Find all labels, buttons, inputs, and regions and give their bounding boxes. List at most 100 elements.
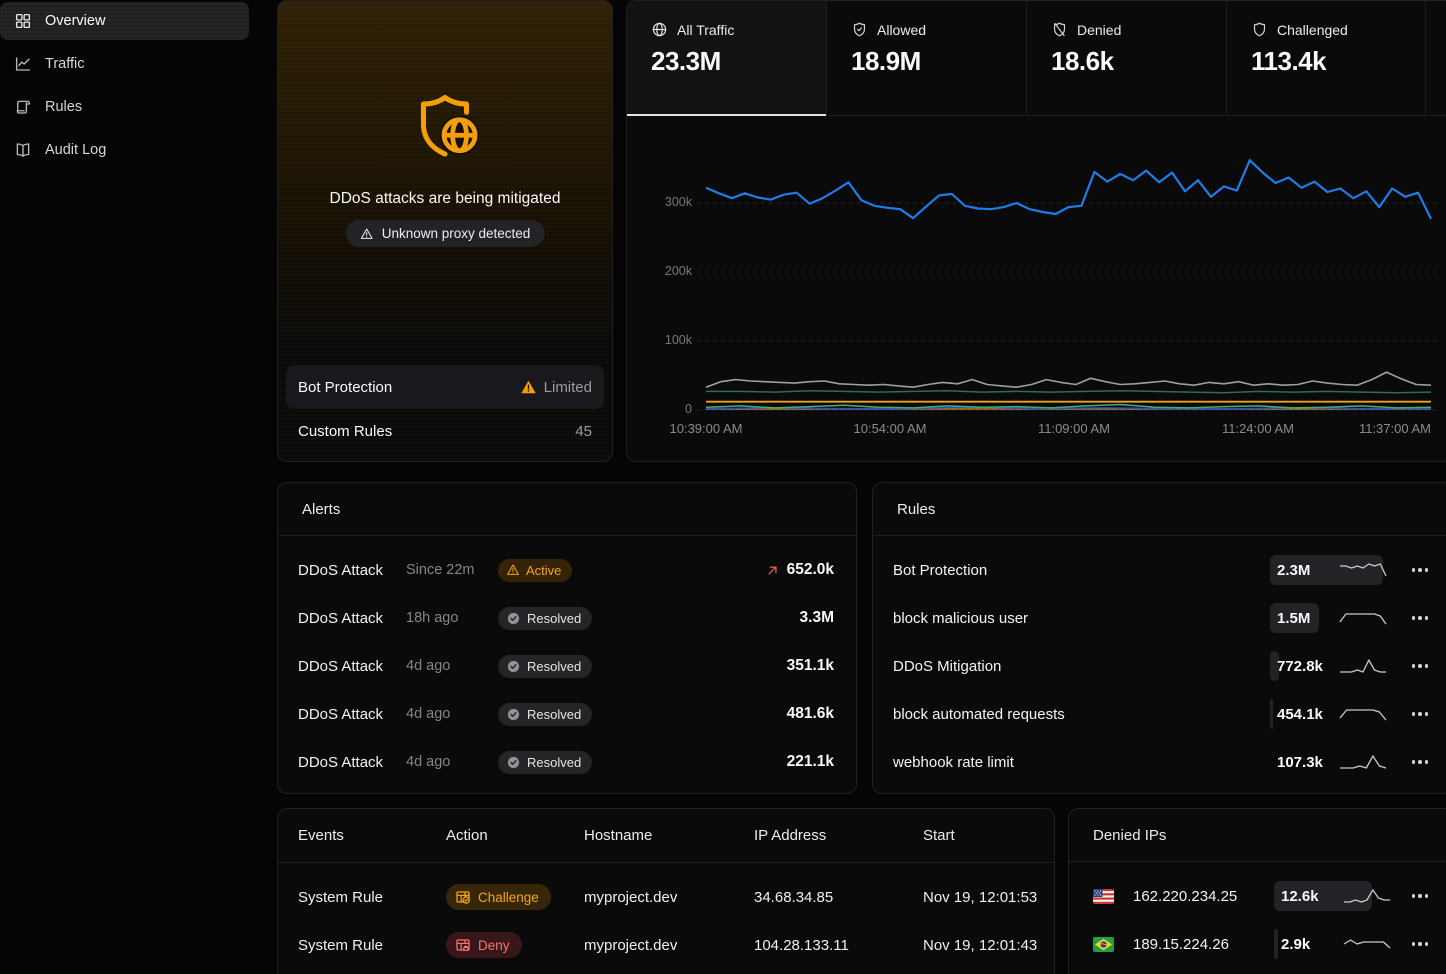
bot-protection-value: Limited: [544, 379, 592, 396]
row-menu-button[interactable]: [1410, 706, 1431, 722]
tab-label: All Traffic: [677, 22, 734, 38]
events-card: Events Action Hostname IP Address Start …: [277, 808, 1055, 974]
status-badge-resolved: Resolved: [498, 607, 592, 630]
row-menu-button[interactable]: [1410, 658, 1431, 674]
tab-value: 113.4k: [1251, 46, 1425, 77]
alert-value: 652.0k: [787, 561, 834, 579]
row-menu-button[interactable]: [1410, 888, 1431, 904]
rules-card: Rules Bot Protection 2.3M block maliciou…: [872, 482, 1446, 794]
proxy-warning-pill[interactable]: Unknown proxy detected: [346, 220, 545, 247]
bot-protection-row[interactable]: Bot Protection Limited: [286, 365, 604, 409]
y-axis-tick: 100k: [645, 333, 692, 347]
alert-row[interactable]: DDoS Attack 4d ago Resolved 351.1k: [278, 642, 856, 690]
tab-value: 18.9M: [851, 46, 1026, 77]
denied-ip-count: 2.9k: [1281, 936, 1310, 953]
row-menu-button[interactable]: [1410, 610, 1431, 626]
action-badge-challenge: Challenge: [446, 884, 551, 910]
check-circle-icon: [506, 755, 521, 770]
globe-icon: [651, 21, 668, 38]
rule-row[interactable]: block automated requests 454.1k: [873, 690, 1446, 738]
alert-title: DDoS Attack: [298, 562, 406, 579]
sparkline: [1342, 885, 1392, 907]
rule-row[interactable]: block malicious user 1.5M: [873, 594, 1446, 642]
custom-rules-row[interactable]: Custom Rules 45: [286, 409, 604, 453]
status-badge-active: Active: [498, 559, 572, 582]
action-badge-deny: Deny: [446, 932, 522, 958]
traffic-chart[interactable]: [627, 116, 1446, 462]
col-header-events: Events: [298, 827, 446, 844]
col-header-start: Start: [923, 827, 1054, 844]
status-title: DDoS attacks are being mitigated: [278, 190, 612, 208]
event-row[interactable]: System Rule Challenge myproject.dev 34.6…: [278, 873, 1054, 921]
denied-ip-row[interactable]: 162.220.234.25 12.6k: [1069, 872, 1446, 920]
alert-row[interactable]: DDoS Attack Since 22m Active 652.0k: [278, 546, 856, 594]
custom-rules-value: 45: [575, 423, 592, 440]
x-axis-tick: 11:37:00 AM: [1321, 421, 1431, 436]
custom-rules-label: Custom Rules: [298, 423, 392, 440]
tab-allowed[interactable]: Allowed 18.9M: [827, 1, 1027, 115]
alert-value: 481.6k: [787, 705, 834, 723]
tab-denied[interactable]: Denied 18.6k: [1027, 1, 1227, 115]
rule-name: Bot Protection: [893, 562, 1265, 579]
sidebar-item-traffic[interactable]: Traffic: [0, 45, 249, 83]
alert-time: 18h ago: [406, 610, 498, 626]
event-row[interactable]: System Rule Deny myproject.dev 104.28.13…: [278, 921, 1054, 969]
sidebar-item-overview[interactable]: Overview: [0, 2, 249, 40]
rule-value: 2.3M: [1277, 562, 1310, 579]
traffic-chart-zone: 300k 200k 100k 0 10:39:00 AM 10:54:00 AM…: [627, 116, 1446, 462]
warning-triangle-icon: [360, 227, 374, 241]
sidebar-item-label: Traffic: [45, 56, 84, 72]
tab-value: 23.3M: [651, 46, 826, 77]
alert-row[interactable]: DDoS Attack 4d ago Resolved 481.6k: [278, 690, 856, 738]
tab-label: Challenged: [1277, 22, 1348, 38]
sparkline: [1338, 751, 1388, 773]
rule-row[interactable]: webhook rate limit 107.3k: [873, 738, 1446, 786]
deny-icon: [455, 937, 471, 953]
rule-name: block malicious user: [893, 610, 1265, 627]
alert-value: 221.1k: [787, 753, 834, 771]
rule-name: block automated requests: [893, 706, 1265, 723]
alert-row[interactable]: DDoS Attack 4d ago Resolved 221.1k: [278, 738, 856, 786]
rule-name: webhook rate limit: [893, 754, 1265, 771]
sidebar-item-audit-log[interactable]: Audit Log: [0, 131, 249, 169]
shield-globe-icon: [407, 89, 483, 165]
tab-label: Denied: [1077, 22, 1121, 38]
rule-row[interactable]: DDoS Mitigation 772.8k: [873, 642, 1446, 690]
traffic-overview-card: All Traffic 23.3M Allowed 18.9M Denied 1…: [626, 0, 1446, 462]
sparkline: [1338, 559, 1388, 581]
event-type: System Rule: [298, 889, 446, 906]
bot-protection-label: Bot Protection: [298, 379, 392, 396]
y-axis-tick: 0: [645, 402, 692, 416]
alert-title: DDoS Attack: [298, 658, 406, 675]
sidebar-item-label: Audit Log: [45, 142, 106, 158]
alert-time: 4d ago: [406, 754, 498, 770]
event-hostname: myproject.dev: [584, 889, 754, 906]
x-axis-tick: 10:39:00 AM: [651, 421, 761, 436]
warning-filled-icon: [520, 379, 537, 396]
denied-ip-count: 12.6k: [1281, 888, 1319, 905]
sparkline: [1338, 655, 1388, 677]
dashboard-page: Overview Traffic Rules Audit Log: [0, 0, 1446, 974]
tab-all-traffic[interactable]: All Traffic 23.3M: [627, 1, 827, 115]
denied-ip-address: 189.15.224.26: [1133, 936, 1273, 953]
alert-row[interactable]: DDoS Attack 18h ago Resolved 3.3M: [278, 594, 856, 642]
row-menu-button[interactable]: [1410, 754, 1431, 770]
sidebar-item-rules[interactable]: Rules: [0, 88, 249, 126]
row-menu-button[interactable]: [1410, 936, 1431, 952]
event-start: Nov 19, 12:01:53: [923, 889, 1054, 906]
x-axis-tick: 11:09:00 AM: [1019, 421, 1129, 436]
tab-challenged[interactable]: Challenged 113.4k: [1227, 1, 1426, 115]
denied-ip-row[interactable]: 189.15.224.26 2.9k: [1069, 920, 1446, 968]
sidebar-item-label: Overview: [45, 13, 105, 29]
alert-title: DDoS Attack: [298, 610, 406, 627]
alert-time: 4d ago: [406, 658, 498, 674]
row-menu-button[interactable]: [1410, 562, 1431, 578]
rule-row[interactable]: Bot Protection 2.3M: [873, 546, 1446, 594]
col-header-action: Action: [446, 827, 584, 844]
x-axis-tick: 11:24:00 AM: [1203, 421, 1313, 436]
alert-title: DDoS Attack: [298, 754, 406, 771]
challenge-icon: [455, 889, 471, 905]
value-bar: [1270, 699, 1273, 729]
status-badge-resolved: Resolved: [498, 703, 592, 726]
event-start: Nov 19, 12:01:43: [923, 937, 1054, 954]
